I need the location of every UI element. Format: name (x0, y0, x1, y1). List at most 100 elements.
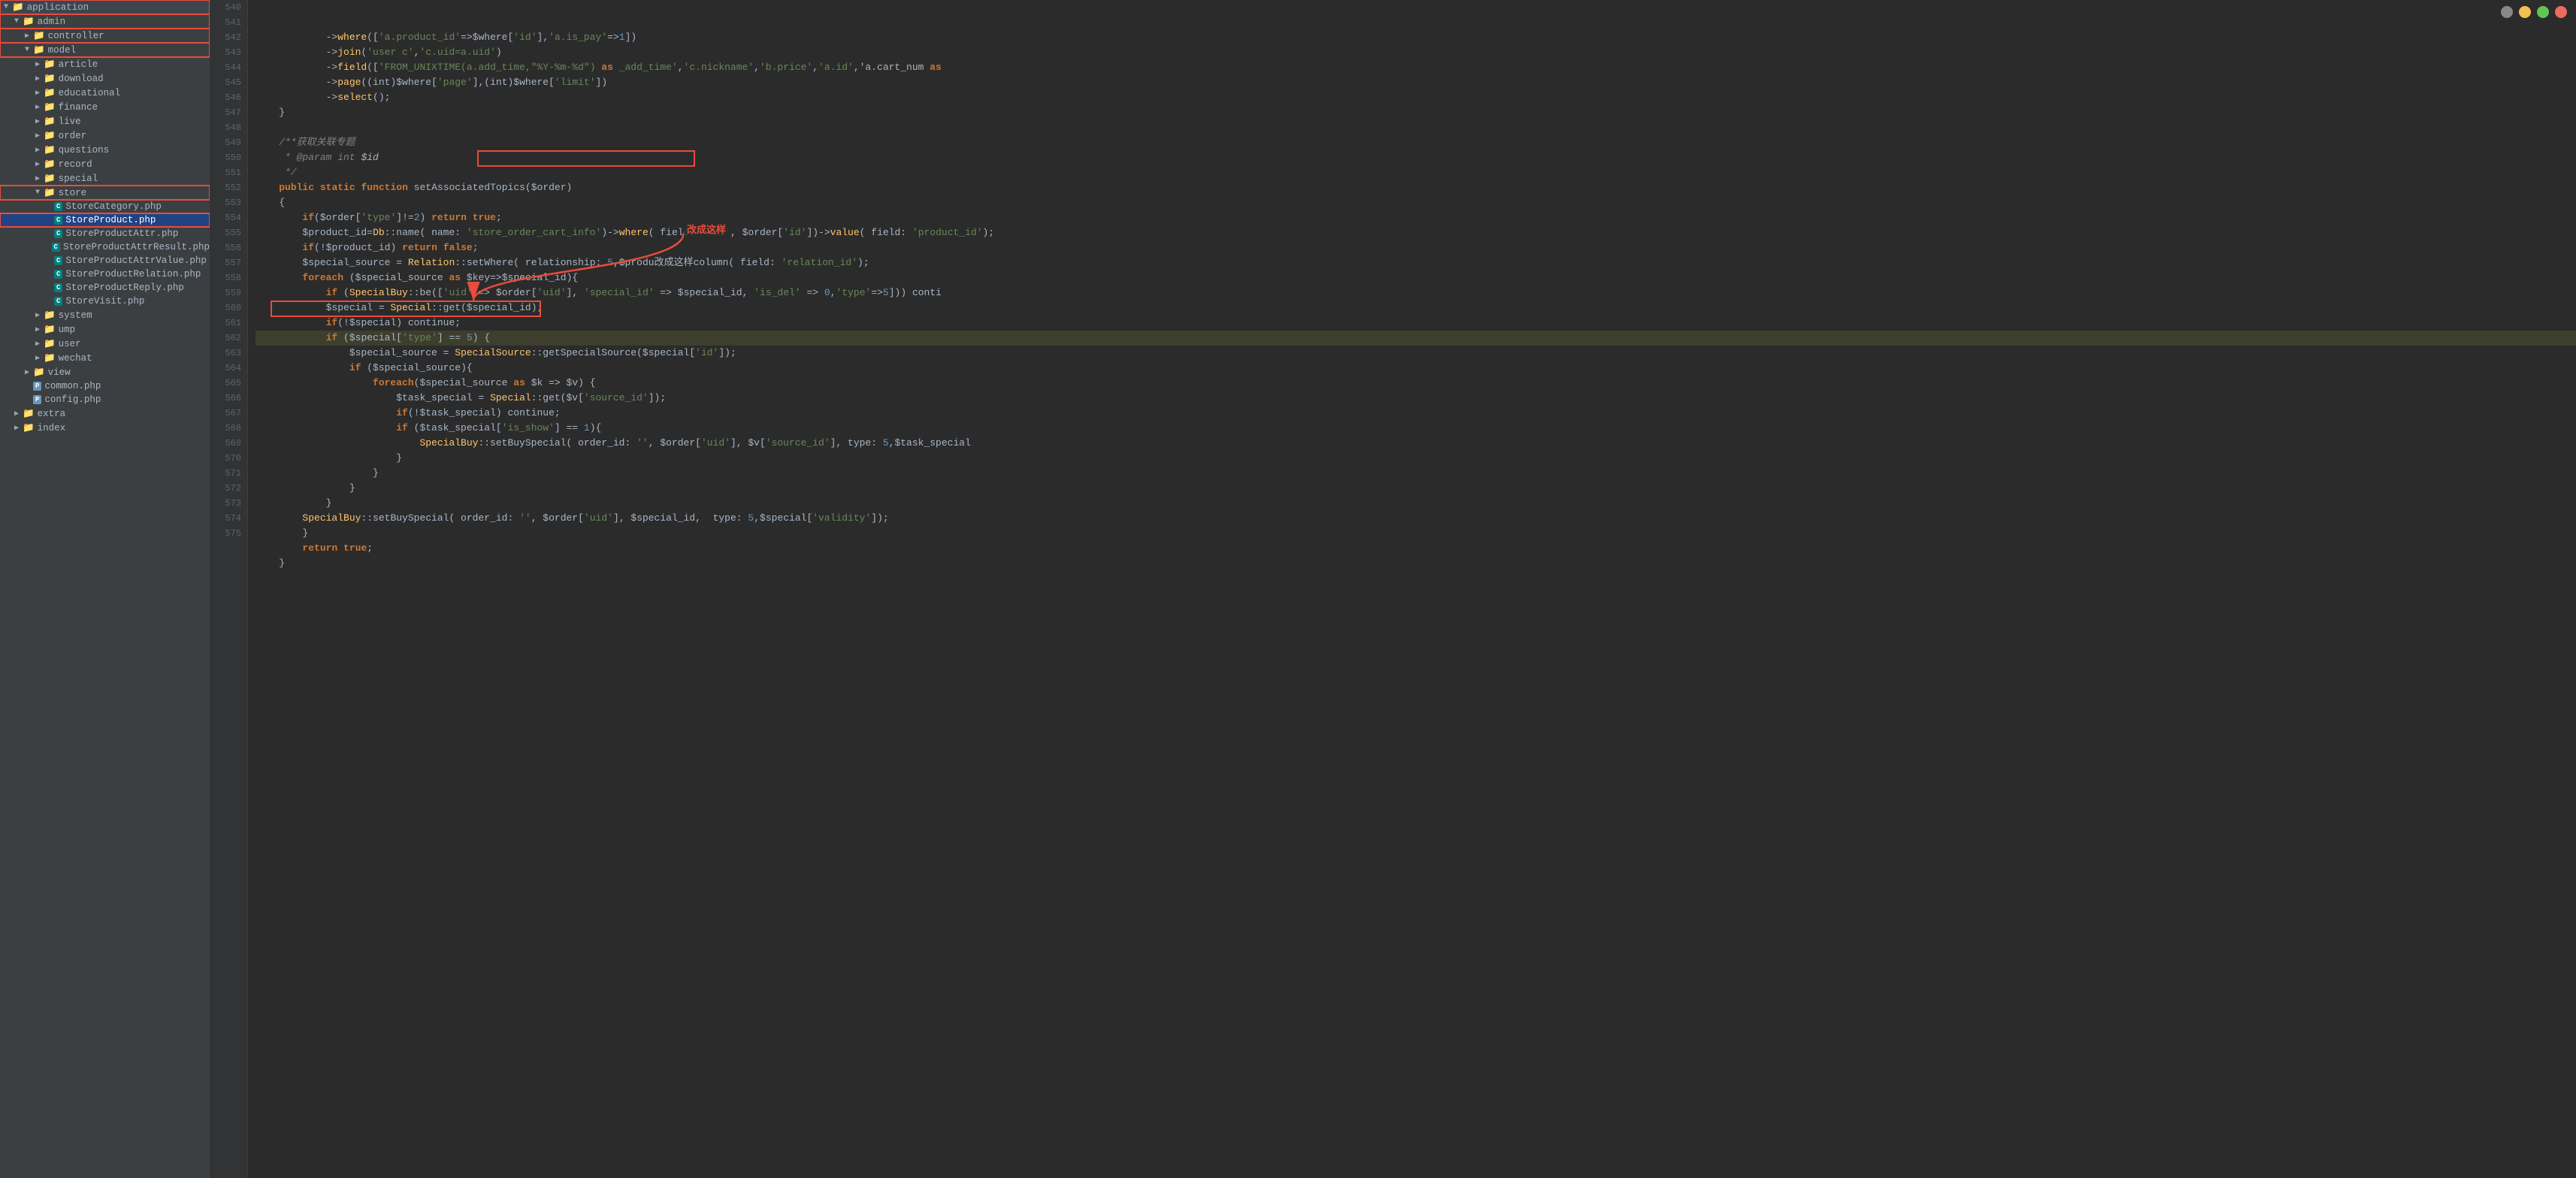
file-icon-StoreProductReply: C (54, 283, 62, 292)
folder-icon-questions: 📁 (44, 144, 56, 156)
sidebar-item-StoreCategory[interactable]: CStoreCategory.php (0, 200, 210, 213)
code-line-574: return true; (255, 541, 2576, 556)
code-line-573: } (255, 526, 2576, 541)
line-num-562: 562 (210, 331, 241, 346)
code-line-541: ->join('user c','c.uid=a.uid') (255, 45, 2576, 60)
sidebar-item-finance[interactable]: ▶📁finance (0, 100, 210, 114)
code-line-552: if($order['type']!=2) return true; (255, 210, 2576, 225)
folder-icon-order: 📁 (44, 130, 56, 141)
tree-arrow-order: ▶ (32, 131, 44, 140)
code-line-575: } (255, 556, 2576, 571)
sidebar-item-StoreProductAttr[interactable]: CStoreProductAttr.php (0, 227, 210, 240)
line-num-555: 555 (210, 225, 241, 240)
tree-arrow-wechat: ▶ (32, 354, 44, 363)
code-line-551: { (255, 195, 2576, 210)
sidebar-item-admin[interactable]: ▼📁admin (0, 14, 210, 29)
sidebar-item-wechat[interactable]: ▶📁wechat (0, 351, 210, 365)
sidebar-label-download: download (59, 74, 104, 84)
code-line-549: */ (255, 165, 2576, 180)
code-area[interactable]: ->where(['a.product_id'=>$where['id'],'a… (248, 0, 2576, 1178)
tree-arrow-extra: ▶ (11, 409, 23, 418)
line-num-559: 559 (210, 285, 241, 301)
sidebar-label-StoreProductAttr: StoreProductAttr.php (65, 228, 178, 239)
sidebar-item-article[interactable]: ▶📁article (0, 57, 210, 71)
sidebar-label-admin: admin (38, 17, 66, 27)
sidebar-item-special[interactable]: ▶📁special (0, 171, 210, 186)
line-num-544: 544 (210, 60, 241, 75)
sidebar-item-StoreProduct[interactable]: CStoreProduct.php (0, 213, 210, 227)
sidebar-item-controller[interactable]: ▶📁controller (0, 29, 210, 43)
folder-icon-live: 📁 (44, 116, 56, 127)
window-btn-maximize[interactable] (2537, 6, 2549, 18)
window-controls (2501, 6, 2567, 18)
sidebar-label-order: order (59, 131, 87, 141)
sidebar-item-educational[interactable]: ▶📁educational (0, 86, 210, 100)
sidebar-item-system[interactable]: ▶📁system (0, 308, 210, 322)
folder-icon-article: 📁 (44, 59, 56, 70)
code-line-565: if(!$task_special) continue; (255, 406, 2576, 421)
sidebar-item-view[interactable]: ▶📁view (0, 365, 210, 379)
folder-icon-user: 📁 (44, 338, 56, 349)
window-btn-extra[interactable] (2501, 6, 2513, 18)
file-icon-StoreCategory: C (54, 202, 62, 211)
code-line-561: $special_source = SpecialSource::getSpec… (255, 346, 2576, 361)
folder-icon-model: 📁 (33, 44, 45, 56)
code-line-542: ->field(['FROM_UNIXTIME(a.add_time,"%Y-%… (255, 60, 2576, 75)
code-line-563: foreach($special_source as $k => $v) { (255, 376, 2576, 391)
sidebar-item-common_php[interactable]: Pcommon.php (0, 379, 210, 393)
sidebar-item-application[interactable]: ▼📁application (0, 0, 210, 14)
sidebar-item-index[interactable]: ▶📁index (0, 421, 210, 435)
sidebar-item-config_php[interactable]: Pconfig.php (0, 393, 210, 406)
code-line-568: } (255, 451, 2576, 466)
sidebar-item-store[interactable]: ▼📁store (0, 186, 210, 200)
tree-arrow-ump: ▶ (32, 325, 44, 334)
code-line-540: ->where(['a.product_id'=>$where['id'],'a… (255, 30, 2576, 45)
sidebar-item-questions[interactable]: ▶📁questions (0, 143, 210, 157)
tree-arrow-view: ▶ (21, 368, 33, 377)
sidebar-label-common_php: common.php (44, 381, 101, 391)
sidebar-item-ump[interactable]: ▶📁ump (0, 322, 210, 337)
sidebar-item-record[interactable]: ▶📁record (0, 157, 210, 171)
sidebar-label-questions: questions (59, 145, 110, 156)
window-btn-minimize[interactable] (2519, 6, 2531, 18)
line-num-573: 573 (210, 496, 241, 511)
sidebar-item-download[interactable]: ▶📁download (0, 71, 210, 86)
line-num-568: 568 (210, 421, 241, 436)
code-line-564: $task_special = Special::get($v['source_… (255, 391, 2576, 406)
code-line-571: } (255, 496, 2576, 511)
sidebar-item-StoreProductAttrResult[interactable]: CStoreProductAttrResult.php (0, 240, 210, 254)
file-icon-StoreProductAttrValue: C (54, 256, 62, 265)
sidebar-item-StoreProductAttrValue[interactable]: CStoreProductAttrValue.php (0, 254, 210, 267)
sidebar-item-extra[interactable]: ▶📁extra (0, 406, 210, 421)
file-icon-common_php: P (33, 382, 41, 391)
folder-icon-view: 📁 (33, 367, 45, 378)
sidebar-label-application: application (27, 2, 89, 13)
sidebar-item-user[interactable]: ▶📁user (0, 337, 210, 351)
sidebar-item-live[interactable]: ▶📁live (0, 114, 210, 128)
code-line-545: } (255, 105, 2576, 120)
sidebar-label-extra: extra (38, 409, 66, 419)
sidebar-label-StoreVisit: StoreVisit.php (65, 296, 144, 307)
line-num-557: 557 (210, 255, 241, 270)
sidebar-item-StoreProductReply[interactable]: CStoreProductReply.php (0, 281, 210, 294)
line-num-546: 546 (210, 90, 241, 105)
tree-arrow-store: ▼ (32, 189, 44, 197)
folder-icon-application: 📁 (12, 2, 24, 13)
tree-arrow-special: ▶ (32, 174, 44, 183)
sidebar-item-StoreProductRelation[interactable]: CStoreProductRelation.php (0, 267, 210, 281)
window-btn-close[interactable] (2555, 6, 2567, 18)
folder-icon-wechat: 📁 (44, 352, 56, 364)
sidebar-item-model[interactable]: ▼📁model (0, 43, 210, 57)
line-num-570: 570 (210, 451, 241, 466)
tree-arrow-model: ▼ (21, 46, 33, 54)
sidebar-item-order[interactable]: ▶📁order (0, 128, 210, 143)
tree-arrow-questions: ▶ (32, 146, 44, 155)
sidebar-item-StoreVisit[interactable]: CStoreVisit.php (0, 294, 210, 308)
file-icon-StoreProductRelation: C (54, 270, 62, 279)
line-num-561: 561 (210, 316, 241, 331)
sidebar-label-config_php: config.php (44, 394, 101, 405)
line-num-565: 565 (210, 376, 241, 391)
sidebar-label-ump: ump (59, 325, 76, 335)
sidebar-label-StoreProduct: StoreProduct.php (65, 215, 156, 225)
code-line-557: if (SpecialBuy::be(['uid' => $order['uid… (255, 285, 2576, 301)
